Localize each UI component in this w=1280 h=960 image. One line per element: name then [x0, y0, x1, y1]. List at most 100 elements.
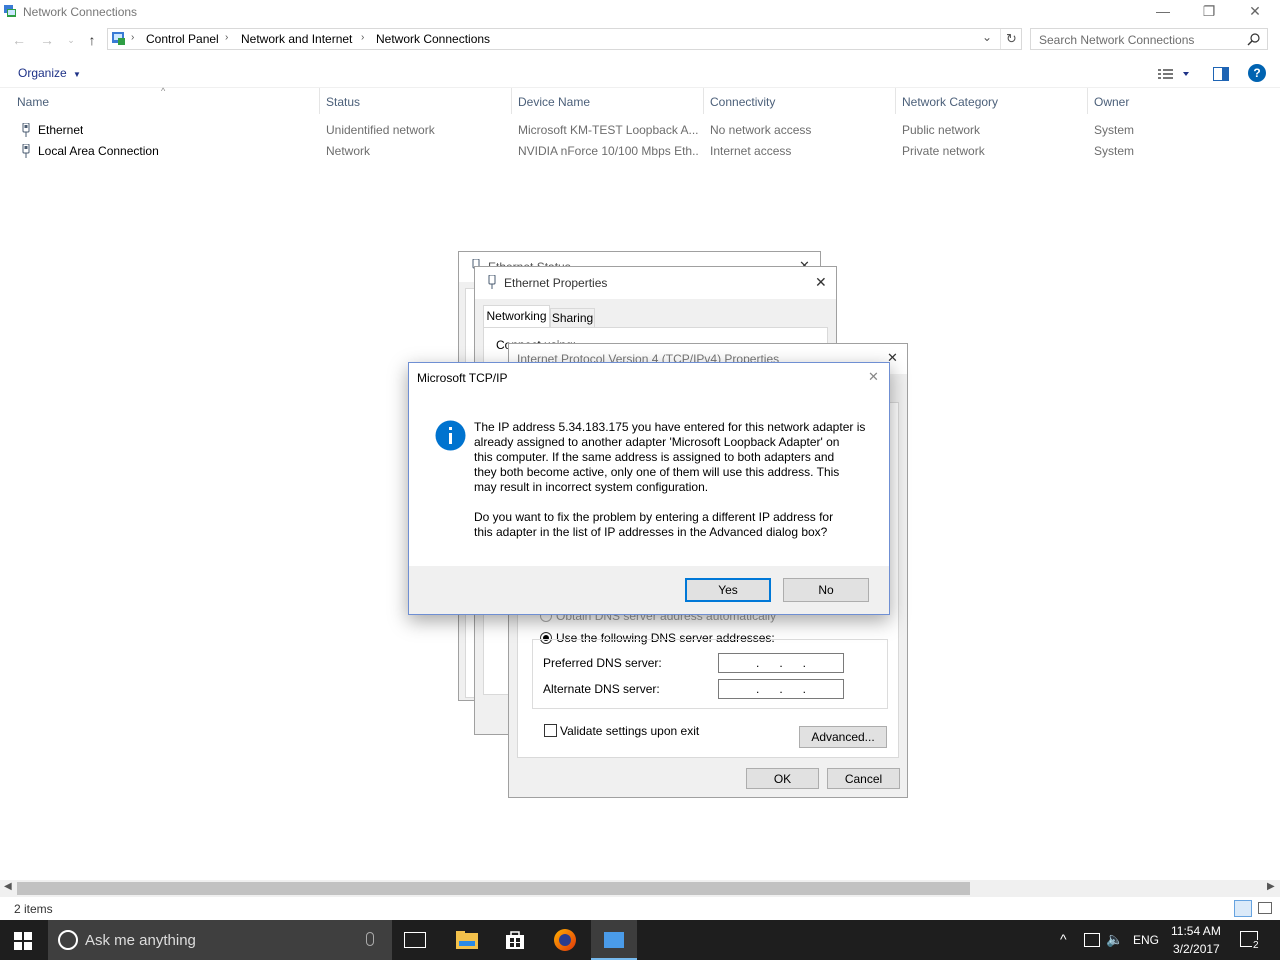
- firefox-globe: [559, 934, 571, 946]
- column-divider[interactable]: [895, 88, 896, 114]
- scroll-left-icon[interactable]: ◀: [4, 881, 12, 892]
- information-icon: [435, 420, 466, 451]
- input-language[interactable]: ENG: [1133, 933, 1159, 947]
- breadcrumb-network-connections[interactable]: Network Connections: [376, 32, 490, 46]
- close-icon[interactable]: ✕: [868, 369, 879, 385]
- preferred-dns-field[interactable]: . . .: [718, 653, 844, 673]
- preview-pane-icon[interactable]: [1213, 67, 1229, 81]
- column-header-owner[interactable]: Owner: [1094, 95, 1129, 109]
- connection-status: Unidentified network: [326, 123, 435, 137]
- breadcrumb-separator: ›: [225, 32, 229, 43]
- connection-device: Microsoft KM-TEST Loopback A...: [518, 123, 698, 137]
- validate-checkbox[interactable]: [544, 724, 557, 737]
- breadcrumb-network-and-internet[interactable]: Network and Internet: [241, 32, 352, 46]
- network-connections-icon: [604, 932, 624, 948]
- connection-connectivity: Internet access: [710, 144, 792, 158]
- breadcrumb-control-panel[interactable]: Control Panel: [146, 32, 219, 46]
- item-count: 2 items: [14, 902, 53, 916]
- dialog-title-bar: Ethernet Properties ✕: [475, 267, 836, 299]
- cortana-search-box[interactable]: Ask me anything: [48, 920, 392, 960]
- table-row[interactable]: Ethernet Unidentified network Microsoft …: [0, 120, 1280, 141]
- network-connections-icon: [3, 4, 17, 18]
- scrollbar-thumb[interactable]: [17, 882, 970, 895]
- horizontal-scrollbar[interactable]: ◀ ▶: [0, 880, 1280, 897]
- column-header-network-category[interactable]: Network Category: [902, 95, 998, 109]
- column-divider[interactable]: [1087, 88, 1088, 114]
- status-bar: 2 items: [0, 898, 1280, 920]
- file-explorer-icon[interactable]: [456, 930, 478, 950]
- column-divider[interactable]: [319, 88, 320, 114]
- message-line: this adapter in the list of IP addresses…: [474, 525, 828, 539]
- connection-connectivity: No network access: [710, 123, 812, 137]
- address-bar[interactable]: › Control Panel › Network and Internet ›…: [107, 28, 1022, 50]
- tab-networking[interactable]: Networking: [483, 305, 550, 327]
- back-arrow-icon[interactable]: ←: [10, 31, 28, 49]
- ethernet-adapter-icon: [487, 274, 497, 289]
- organize-menu[interactable]: Organize ▼: [18, 66, 81, 80]
- message-line: The IP address 5.34.183.175 you have ent…: [474, 420, 866, 434]
- clock-date[interactable]: 3/2/2017: [1173, 942, 1220, 956]
- refresh-icon[interactable]: ↻: [1000, 29, 1022, 49]
- search-icon[interactable]: [1247, 32, 1261, 46]
- up-arrow-icon[interactable]: ↑: [83, 31, 101, 49]
- validate-label: Validate settings upon exit: [560, 724, 700, 738]
- ok-button[interactable]: OK: [746, 768, 819, 789]
- advanced-button[interactable]: Advanced...: [799, 726, 887, 748]
- recent-locations-chevron-icon[interactable]: ⌄: [62, 31, 80, 49]
- show-hidden-icons-chevron-icon[interactable]: ^: [1060, 931, 1067, 947]
- message-box-footer: Yes No: [409, 566, 889, 614]
- address-dropdown-icon[interactable]: ⌄: [982, 30, 996, 48]
- column-header-device-name[interactable]: Device Name: [518, 95, 590, 109]
- sort-ascending-icon: ^: [161, 86, 166, 96]
- volume-icon[interactable]: 🔈: [1106, 931, 1123, 948]
- tcpip-message-box: Microsoft TCP/IP ✕ The IP address 5.34.1…: [408, 362, 890, 615]
- dialog-title: Ethernet Properties: [504, 276, 608, 290]
- breadcrumb-separator: ›: [361, 32, 365, 43]
- connection-name: Ethernet: [38, 123, 84, 137]
- search-box[interactable]: Search Network Connections: [1030, 28, 1268, 50]
- table-row[interactable]: Local Area Connection Network NVIDIA nFo…: [0, 141, 1280, 162]
- connection-owner: System: [1094, 123, 1135, 137]
- tab-sharing[interactable]: Sharing: [550, 308, 595, 327]
- clock-time[interactable]: 11:54 AM: [1171, 924, 1221, 938]
- column-header-connectivity[interactable]: Connectivity: [710, 95, 775, 109]
- column-header-name[interactable]: Name: [17, 95, 49, 109]
- cancel-button[interactable]: Cancel: [827, 768, 900, 789]
- help-icon[interactable]: ?: [1248, 64, 1266, 82]
- close-button[interactable]: ✕: [1232, 0, 1278, 24]
- window-title: Network Connections: [23, 5, 138, 19]
- close-icon[interactable]: ✕: [815, 274, 827, 291]
- forward-arrow-icon[interactable]: →: [38, 31, 56, 49]
- alternate-dns-field[interactable]: . . .: [718, 679, 844, 699]
- ethernet-adapter-icon: [20, 143, 32, 158]
- firefox-icon[interactable]: [554, 929, 576, 951]
- minimize-button[interactable]: —: [1140, 0, 1186, 24]
- microphone-icon[interactable]: [366, 932, 374, 946]
- details-view-icon[interactable]: [1234, 900, 1252, 917]
- large-icons-view-icon[interactable]: [1258, 902, 1272, 914]
- network-connections-taskbar-button[interactable]: [591, 920, 637, 960]
- cortana-placeholder: Ask me anything: [85, 932, 196, 949]
- message-box-title: Microsoft TCP/IP: [417, 371, 508, 385]
- change-view-button[interactable]: [1158, 66, 1192, 82]
- scroll-right-icon[interactable]: ▶: [1267, 881, 1275, 892]
- column-divider[interactable]: [511, 88, 512, 114]
- message-line: this computer. If the same address is as…: [474, 450, 835, 464]
- organize-label: Organize: [18, 66, 67, 80]
- column-divider[interactable]: [703, 88, 704, 114]
- no-button[interactable]: No: [783, 578, 869, 602]
- yes-button[interactable]: Yes: [685, 578, 771, 602]
- start-windows-icon[interactable]: [14, 932, 32, 950]
- connection-category: Private network: [902, 144, 985, 158]
- cortana-icon: [58, 930, 78, 950]
- column-header-status[interactable]: Status: [326, 95, 360, 109]
- network-tray-icon[interactable]: [1084, 933, 1100, 947]
- task-view-icon[interactable]: [404, 932, 426, 948]
- message-line: they both become active, only one of the…: [474, 465, 840, 479]
- store-icon[interactable]: [505, 930, 525, 950]
- connection-category: Public network: [902, 123, 981, 137]
- message-line: may result in incorrect system configura…: [474, 480, 709, 494]
- restore-button[interactable]: ❐: [1186, 0, 1232, 24]
- breadcrumb-separator: ›: [131, 32, 135, 43]
- ethernet-adapter-icon: [20, 122, 32, 137]
